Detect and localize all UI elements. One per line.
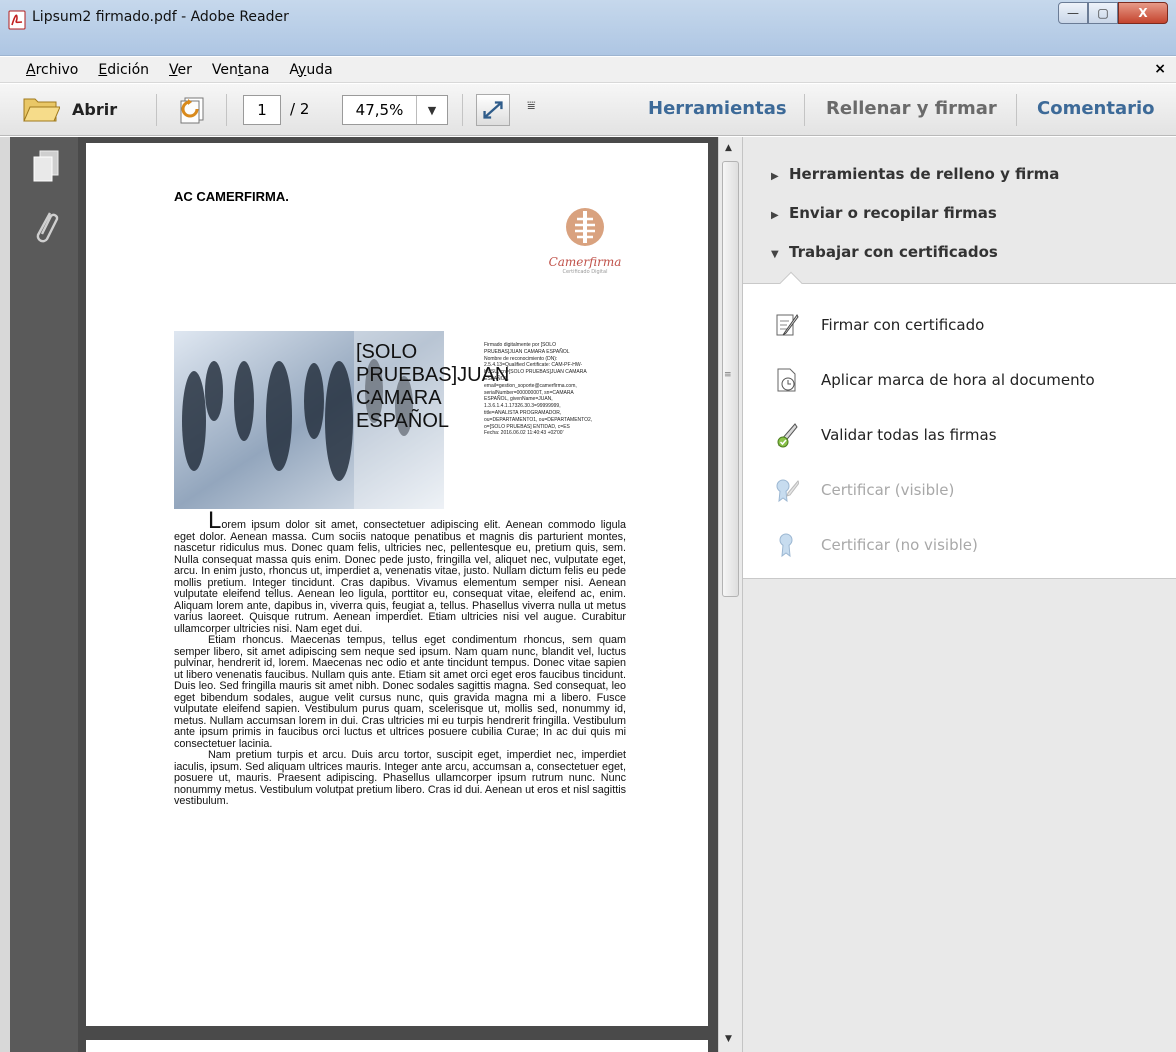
document-viewport[interactable]: AC CAMERFIRMA. Camerfirma Certificado Di…	[78, 137, 718, 1052]
scroll-up-icon[interactable]: ▲	[725, 143, 732, 153]
tools-pane: ▶ Herramientas de relleno y firma ▶ Enviar…	[742, 137, 1176, 1052]
section-fill-sign-tools[interactable]: ▶ Herramientas de relleno y firma	[771, 165, 1059, 183]
toolbar-divider	[462, 94, 463, 126]
close-button[interactable]: X	[1118, 2, 1168, 24]
close-document-icon[interactable]: ×	[1154, 61, 1166, 77]
toolbar: Abrir 1 / 2 47,5% ▼ ⩸ Herramientas Relle…	[0, 84, 1176, 136]
signature-name: [SOLO PRUEBAS]JUAN CAMARA ESPAÑOL	[356, 341, 510, 432]
document-company-heading: AC CAMERFIRMA.	[174, 189, 289, 204]
fill-sign-pane-link[interactable]: Rellenar y firmar	[826, 98, 997, 119]
minimize-button[interactable]: —	[1058, 2, 1088, 24]
menu-bar: Archivo Edición Ver Ventana Ayuda ×	[0, 57, 1176, 83]
window-controls: — ▢ X	[1058, 2, 1168, 24]
pane-edge	[0, 137, 10, 1052]
vertical-scrollbar[interactable]: ▲ ≡ ▼	[718, 137, 742, 1052]
tool-label: Aplicar marca de hora al documento	[821, 371, 1095, 389]
title-bar: Lipsum2 firmado.pdf - Adobe Reader — ▢ X	[0, 0, 1176, 56]
camerfirma-emblem-icon	[566, 208, 604, 246]
zoom-value[interactable]: 47,5%	[343, 96, 417, 124]
sign-with-certificate-button[interactable]: Firmar con certificado	[775, 312, 984, 338]
tool-label: Certificar (no visible)	[821, 536, 978, 554]
expand-triangle-icon: ▶	[771, 171, 779, 182]
section-send-collect-signatures[interactable]: ▶ Enviar o recopilar firmas	[771, 204, 997, 222]
toolbar-divider	[1016, 94, 1017, 126]
pdf-page-next	[86, 1040, 708, 1052]
attachments-paperclip-icon[interactable]	[32, 207, 60, 247]
signature-details: Firmado digitalmente por [SOLO PRUEBAS]J…	[484, 342, 593, 437]
camerfirma-logo: Camerfirma Certificado Digital	[538, 205, 632, 295]
logo-tagline: Certificado Digital	[562, 269, 608, 275]
paragraph: Nam pretium turpis et arcu. Duis arcu to…	[174, 749, 626, 807]
zoom-select[interactable]: 47,5% ▼	[342, 95, 448, 125]
apply-timestamp-button[interactable]: Aplicar marca de hora al documento	[775, 367, 1095, 393]
maximize-button[interactable]: ▢	[1088, 2, 1118, 24]
toolbar-divider	[226, 94, 227, 126]
panel-notch	[779, 271, 803, 295]
menu-ventana[interactable]: Ventana	[212, 62, 270, 78]
certificates-panel: Firmar con certificado Aplicar marca de …	[743, 271, 1176, 579]
validate-pen-icon	[777, 423, 798, 448]
pen-sign-icon	[776, 314, 799, 336]
timestamp-clock-icon	[777, 368, 796, 392]
scroll-down-icon[interactable]: ▼	[725, 1034, 732, 1044]
tool-label: Firmar con certificado	[821, 316, 985, 334]
scroll-grip-icon: ≡	[724, 370, 732, 380]
page-thumbnails-icon[interactable]	[30, 149, 62, 185]
document-body: Lorem ipsum dolor sit amet, consectetuer…	[174, 507, 626, 808]
expand-arrows-icon	[483, 101, 503, 119]
menu-ver[interactable]: Ver	[169, 62, 192, 78]
collapse-triangle-icon: ▼	[771, 249, 779, 260]
paragraph: Lorem ipsum dolor sit amet, consectetuer…	[174, 507, 626, 635]
customize-toolbar-icon[interactable]: ⩸	[527, 98, 536, 114]
menu-edicion[interactable]: Edición	[98, 62, 149, 78]
validate-all-signatures-button[interactable]: Validar todas las firmas	[775, 422, 997, 448]
window-title: Lipsum2 firmado.pdf - Adobe Reader	[32, 9, 289, 25]
page-total: / 2	[290, 100, 310, 118]
pdf-page: AC CAMERFIRMA. Camerfirma Certificado Di…	[86, 143, 708, 1026]
paragraph: Etiam rhoncus. Maecenas tempus, tellus e…	[174, 634, 626, 750]
certify-not-visible-button[interactable]: Certificar (no visible)	[775, 532, 978, 558]
menu-ayuda[interactable]: Ayuda	[289, 62, 332, 78]
certify-ribbon-pen-icon	[776, 479, 799, 503]
tools-pane-link[interactable]: Herramientas	[648, 98, 787, 119]
comment-pane-link[interactable]: Comentario	[1037, 98, 1155, 119]
tool-label: Certificar (visible)	[821, 481, 955, 499]
fullscreen-button[interactable]	[476, 94, 510, 126]
logo-brand-text: Camerfirma	[548, 255, 622, 269]
toolbar-divider	[804, 94, 805, 126]
chevron-down-icon[interactable]: ▼	[417, 96, 447, 124]
tool-label: Validar todas las firmas	[821, 426, 997, 444]
certify-ribbon-icon	[779, 533, 793, 558]
section-work-with-certificates[interactable]: ▼ Trabajar con certificados	[771, 243, 998, 261]
folder-open-icon	[23, 98, 60, 122]
adobe-reader-icon	[8, 10, 26, 30]
page-number-input[interactable]: 1	[243, 95, 281, 125]
menu-archivo[interactable]: Archivo	[26, 62, 78, 78]
navigation-pane	[0, 137, 78, 1052]
toolbar-divider	[156, 94, 157, 126]
certify-visible-button[interactable]: Certificar (visible)	[775, 477, 954, 503]
open-button[interactable]: Abrir	[22, 95, 117, 123]
open-button-label: Abrir	[72, 99, 118, 119]
page-navigation-icon[interactable]	[175, 95, 207, 125]
expand-triangle-icon: ▶	[771, 210, 779, 221]
